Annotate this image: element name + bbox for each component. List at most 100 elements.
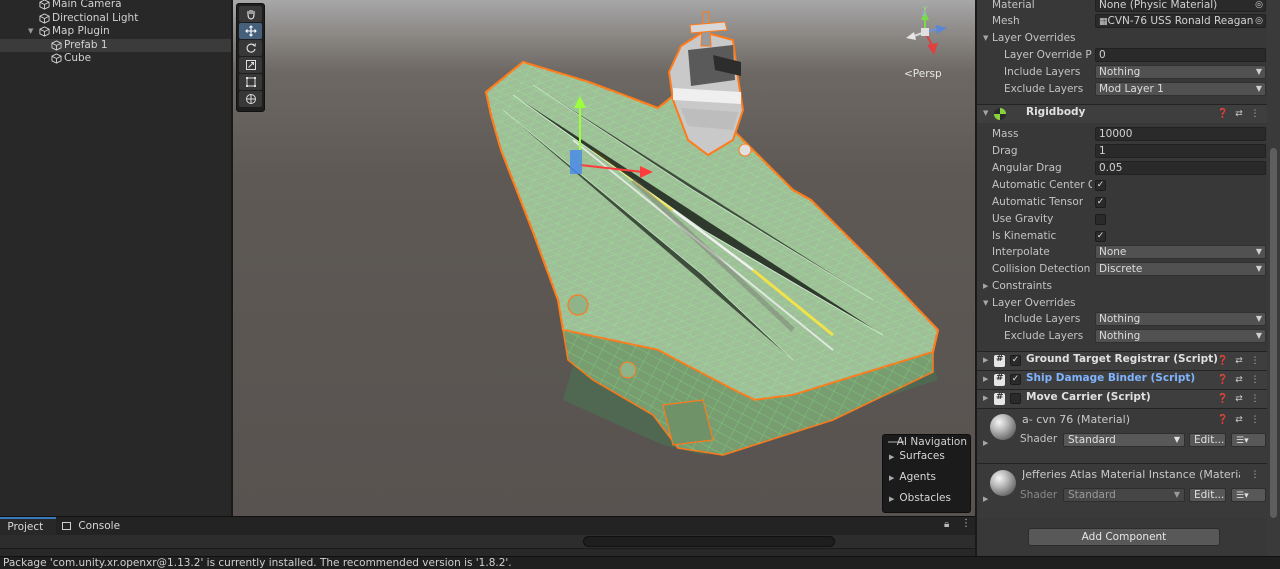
preset-icon[interactable]: ⇄ (1233, 392, 1245, 406)
drag-row: Drag 1 (977, 143, 1267, 160)
script-header-move-carrier[interactable]: ▶ Move Carrier (Script) ❓ ⇄ ⋮ (977, 389, 1267, 408)
include-layers-dropdown[interactable]: Nothing ▼ (1095, 65, 1266, 79)
preset-icon[interactable]: ⇄ (1233, 413, 1245, 427)
interpolate-row: Interpolate None ▼ (977, 244, 1267, 261)
shader-dropdown[interactable]: Standard ▼ (1063, 488, 1185, 502)
angular-drag-row: Angular Drag 0.05 (977, 160, 1267, 177)
layer-overrides-foldout[interactable]: ▼ Layer Overrides (977, 30, 1267, 47)
caret-down-icon: ▼ (1255, 331, 1262, 340)
ai-nav-item-surfaces[interactable]: ▶ Surfaces (889, 450, 945, 462)
help-icon[interactable]: ❓ (1217, 373, 1229, 387)
ai-navigation-title: AI Navigation (896, 436, 967, 448)
physic-material-field[interactable]: None (Physic Material) ◎ (1095, 0, 1266, 12)
expand-arrow-icon[interactable]: ▼ (28, 25, 33, 38)
help-icon[interactable]: ❓ (1217, 392, 1229, 406)
hierarchy-item-cube[interactable]: Cube (0, 52, 231, 66)
kebab-menu-icon[interactable]: ⋮ (1249, 468, 1261, 482)
rigidbody-header[interactable]: ▼ Rigidbody ❓ ⇄ ⋮ (977, 104, 1267, 123)
material-block-cvn76[interactable]: ▶ a- cvn 76 (Material) Shader Standard ▼ … (977, 408, 1267, 463)
hierarchy-item-label: Map Plugin (52, 25, 110, 37)
component-enabled-checkbox[interactable] (1010, 393, 1021, 404)
preset-icon[interactable]: ⇄ (1233, 107, 1245, 121)
kebab-menu-icon[interactable]: ⋮ (1249, 107, 1261, 121)
automatic-tensor-checkbox[interactable]: ✓ (1095, 197, 1106, 208)
kebab-menu-icon[interactable]: ⋮ (961, 518, 971, 529)
status-message[interactable]: Package 'com.unity.xr.openxr@1.13.2' is … (3, 557, 512, 569)
collision-detection-dropdown[interactable]: Discrete ▼ (1095, 262, 1266, 276)
exclude-layers-dropdown[interactable]: Mod Layer 1 ▼ (1095, 82, 1266, 96)
rigidbody-exclude-layers-dropdown[interactable]: Nothing ▼ (1095, 329, 1266, 343)
help-icon[interactable]: ❓ (1217, 107, 1229, 121)
hand-tool-button[interactable] (239, 6, 262, 22)
script-header-ship-damage-binder[interactable]: ▶ ✓ Ship Damage Binder (Script) ❓ ⇄ ⋮ (977, 370, 1267, 389)
tab-project[interactable]: Project (0, 517, 56, 536)
inspector-scrollbar[interactable] (1267, 0, 1280, 556)
component-enabled-checkbox[interactable]: ✓ (1010, 374, 1021, 385)
project-search-input[interactable] (583, 536, 835, 547)
hierarchy-item-map-plugin[interactable]: ▼ Map Plugin (0, 25, 231, 39)
lock-icon[interactable]: 🔒︎ (944, 519, 949, 530)
hand-icon (246, 10, 255, 20)
material-options-dropdown[interactable]: ☰▾ (1231, 488, 1266, 502)
hierarchy-item-label: Main Camera (52, 0, 122, 10)
kebab-menu-icon[interactable]: ⋮ (1249, 373, 1261, 387)
preset-icon[interactable]: ⇄ (1233, 354, 1245, 368)
hierarchy-item-label: Directional Light (52, 11, 139, 24)
kebab-menu-icon[interactable]: ⋮ (1249, 413, 1261, 427)
object-picker-icon[interactable]: ◎ (1255, 0, 1263, 11)
help-icon[interactable]: ❓ (1217, 413, 1229, 427)
console-icon (62, 522, 71, 530)
list-icon: ☰▾ (1236, 491, 1249, 501)
preset-icon[interactable]: ⇄ (1233, 373, 1245, 387)
automatic-center-checkbox[interactable]: ✓ (1095, 180, 1106, 191)
ai-nav-item-obstacles[interactable]: ▶ Obstacles (889, 492, 951, 504)
move-tool-button[interactable] (239, 23, 262, 39)
tab-console[interactable]: Console (62, 517, 132, 536)
rect-icon (245, 77, 256, 87)
drag-input[interactable]: 1 (1095, 144, 1266, 158)
kebab-menu-icon[interactable]: ⋮ (1249, 354, 1261, 368)
component-enabled-checkbox[interactable]: ✓ (1010, 355, 1021, 366)
mesh-field[interactable]: ▦CVN-76 USS Ronald Reagan ◎ (1095, 14, 1266, 28)
is-kinematic-checkbox[interactable]: ✓ (1095, 231, 1106, 242)
material-options-dropdown[interactable]: ☰▾ (1231, 433, 1266, 447)
add-component-button[interactable]: Add Component (1028, 528, 1220, 546)
carrier-model[interactable] (233, 0, 975, 516)
hierarchy-item-prefab-1[interactable]: Prefab 1 (0, 38, 231, 52)
edit-shader-button[interactable]: Edit... (1189, 488, 1226, 502)
mesh-row: Mesh ▦CVN-76 USS Ronald Reagan ◎ (977, 13, 1267, 30)
layer-override-priority-input[interactable]: 0 (1095, 48, 1266, 62)
rect-tool-button[interactable] (239, 74, 262, 90)
interpolate-dropdown[interactable]: None ▼ (1095, 245, 1266, 259)
angular-drag-input[interactable]: 0.05 (1095, 161, 1266, 175)
material-block-jefferies-atlas[interactable]: ▶ Jefferies Atlas Material Instance (Mat… (977, 463, 1267, 518)
material-row: Material None (Physic Material) ◎ (977, 0, 1267, 14)
project-toolbar (0, 535, 975, 549)
use-gravity-checkbox[interactable] (1095, 214, 1106, 225)
hierarchy-item-directional-light[interactable]: Directional Light (0, 12, 231, 26)
scale-tool-button[interactable] (239, 57, 262, 73)
expand-arrow-icon: ▶ (983, 495, 989, 503)
caret-down-icon: ▼ (1173, 490, 1180, 499)
script-header-ground-target-registrar[interactable]: ▶ ✓ Ground Target Registrar (Script) ❓ ⇄… (977, 351, 1267, 370)
ai-nav-item-agents[interactable]: ▶ Agents (889, 471, 936, 483)
projection-label[interactable]: <Persp (904, 68, 942, 80)
rigidbody-include-layers-dropdown[interactable]: Nothing ▼ (1095, 312, 1266, 326)
scene-view[interactable]: y z <Persp AI Navigation ▶ Surfaces ▶ Agen… (233, 0, 975, 516)
orientation-gizmo[interactable]: y z (898, 5, 953, 60)
edit-shader-button[interactable]: Edit... (1189, 433, 1226, 447)
include-layers-row: Include Layers Nothing ▼ (977, 64, 1267, 81)
rigidbody-exclude-layers-row: Exclude Layers Nothing ▼ (977, 328, 1267, 345)
rotate-tool-button[interactable] (239, 40, 262, 56)
help-icon[interactable]: ❓ (1217, 354, 1229, 368)
scrollbar-thumb[interactable] (1270, 148, 1277, 518)
kebab-menu-icon[interactable]: ⋮ (1249, 392, 1261, 406)
rigidbody-layer-overrides-foldout[interactable]: ▼ Layer Overrides (977, 295, 1267, 312)
hierarchy-item-main-camera[interactable]: Main Camera (0, 0, 231, 12)
constraints-foldout[interactable]: ▶ Constraints (977, 278, 1267, 295)
shader-dropdown[interactable]: Standard ▼ (1063, 433, 1185, 447)
object-picker-icon[interactable]: ◎ (1255, 15, 1263, 27)
mass-input[interactable]: 10000 (1095, 127, 1266, 141)
transform-tool-button[interactable] (239, 91, 262, 107)
caret-down-icon: ▼ (1255, 247, 1262, 256)
